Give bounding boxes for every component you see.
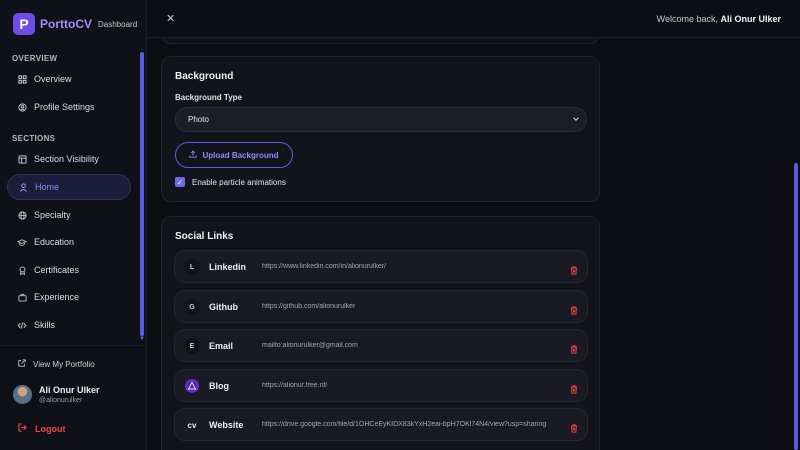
- background-type-select[interactable]: Photo: [175, 107, 587, 132]
- sidebar-item-section-visibility[interactable]: Section Visibility: [7, 146, 131, 172]
- sidebar: P PorttoCV Dashboard OVERVIEW Overview P…: [0, 0, 147, 450]
- welcome-prefix: Welcome back,: [656, 14, 718, 24]
- sidebar-item-specialty[interactable]: Specialty: [7, 202, 131, 228]
- sidebar-item-home[interactable]: Home: [7, 174, 131, 200]
- background-title: Background: [175, 71, 234, 82]
- external-link-icon: [18, 359, 26, 369]
- layout-icon: [17, 154, 27, 164]
- close-icon[interactable]: ✕: [166, 12, 175, 25]
- particle-animations-label: Enable particle animations: [192, 177, 286, 187]
- sidebar-item-label: Experience: [34, 292, 80, 302]
- trash-icon[interactable]: [570, 341, 578, 359]
- graduation-cap-icon: [17, 237, 27, 247]
- welcome-user-name: Ali Onur Ulker: [720, 14, 781, 24]
- social-link-row[interactable]: E Email mailto:alionurulker@gmail.com: [174, 329, 588, 362]
- checkbox-checked-icon[interactable]: ✓: [175, 177, 185, 187]
- background-card: Background Background Type Photo Upload …: [161, 56, 600, 202]
- sidebar-item-label: Home: [35, 182, 60, 192]
- user-profile[interactable]: Ali Onur Ulker @alionurulker: [13, 385, 100, 404]
- upload-background-label: Upload Background: [202, 150, 279, 160]
- welcome-message: Welcome back, Ali Onur Ulker: [657, 14, 781, 24]
- avatar: [13, 385, 32, 404]
- brand-subtitle: Dashboard: [98, 19, 138, 29]
- blog-logo-icon: [184, 378, 200, 394]
- email-icon: E: [184, 338, 200, 354]
- sidebar-item-label: Overview: [34, 74, 72, 84]
- social-link-row[interactable]: G Github https://github.com/alionurulker: [174, 290, 588, 323]
- globe-icon: [17, 210, 27, 220]
- user-name: Ali Onur Ulker: [39, 385, 100, 395]
- sidebar-item-label: Profile Settings: [34, 102, 95, 112]
- social-link-url: https://drive.google.com/file/d/1OHCeEyK…: [262, 421, 547, 428]
- brand-name: PorttoCV: [40, 17, 92, 31]
- sidebar-item-label: Skills: [34, 320, 56, 330]
- social-links-card: Social Links L Linkedin https://www.link…: [161, 216, 600, 450]
- social-link-url: https://alionur.free.nf/: [262, 382, 328, 389]
- section-title-sections: SECTIONS: [12, 134, 56, 143]
- view-portfolio-link[interactable]: View My Portfolio: [18, 359, 95, 369]
- brand[interactable]: P PorttoCV Dashboard: [13, 13, 137, 35]
- sidebar-scrollbar[interactable]: [140, 52, 144, 336]
- upload-background-button[interactable]: Upload Background: [175, 142, 293, 168]
- section-title-overview: OVERVIEW: [12, 54, 58, 63]
- logout-button[interactable]: Logout: [18, 423, 66, 434]
- scroll-down-icon[interactable]: ▼: [139, 336, 145, 342]
- sidebar-divider: [0, 345, 147, 346]
- sidebar-item-skills[interactable]: Skills: [7, 312, 131, 338]
- sidebar-item-label: Education: [34, 237, 75, 247]
- social-link-url: https://www.linkedin.com/in/alionurulker…: [262, 263, 387, 270]
- sidebar-item-certificates[interactable]: Certificates: [7, 257, 131, 283]
- background-type-label: Background Type: [175, 93, 242, 102]
- cv-logo-icon: cv: [187, 420, 197, 430]
- social-link-name: Email: [209, 341, 234, 351]
- code-icon: [17, 320, 27, 330]
- main-content: Background Background Type Photo Upload …: [147, 38, 800, 450]
- social-link-url: mailto:alionurulker@gmail.com: [262, 342, 358, 349]
- social-link-name: Linkedin: [209, 262, 247, 272]
- upload-icon: [189, 150, 198, 160]
- user-handle: @alionurulker: [39, 397, 83, 404]
- linkedin-icon: L: [184, 259, 200, 275]
- sidebar-item-label: Specialty: [34, 210, 71, 220]
- sidebar-item-experience[interactable]: Experience: [7, 284, 131, 310]
- user-icon: [18, 182, 28, 192]
- sidebar-item-label: Section Visibility: [34, 154, 99, 164]
- background-type-value: Photo: [188, 115, 209, 124]
- trash-icon[interactable]: [570, 420, 578, 438]
- particle-animations-toggle[interactable]: ✓ Enable particle animations: [175, 177, 286, 187]
- social-link-row[interactable]: cv Website https://drive.google.com/file…: [174, 408, 588, 441]
- sidebar-nav: OVERVIEW Overview Profile Settings SECTI…: [0, 46, 147, 342]
- sidebar-item-label: Certificates: [34, 265, 80, 275]
- github-icon: G: [184, 299, 200, 315]
- social-link-row[interactable]: Blog https://alionur.free.nf/: [174, 369, 588, 402]
- logo-icon: P: [13, 13, 35, 35]
- briefcase-icon: [17, 292, 27, 302]
- previous-card: [161, 38, 600, 44]
- chevron-down-icon: [572, 115, 580, 125]
- top-header: ✕ Welcome back, Ali Onur Ulker: [147, 0, 800, 38]
- social-link-url: https://github.com/alionurulker: [262, 303, 356, 310]
- trash-icon[interactable]: [570, 302, 578, 320]
- app-root: P PorttoCV Dashboard OVERVIEW Overview P…: [0, 0, 800, 450]
- award-icon: [17, 265, 27, 275]
- sidebar-item-profile-settings[interactable]: Profile Settings: [7, 94, 131, 120]
- logout-icon: [18, 423, 27, 434]
- social-link-row[interactable]: L Linkedin https://www.linkedin.com/in/a…: [174, 250, 588, 283]
- sidebar-item-overview[interactable]: Overview: [7, 66, 131, 92]
- social-link-name: Blog: [209, 381, 229, 391]
- user-circle-icon: [17, 102, 27, 112]
- main-scrollbar[interactable]: [794, 163, 798, 450]
- view-portfolio-label: View My Portfolio: [33, 359, 95, 369]
- trash-icon[interactable]: [570, 381, 578, 399]
- trash-icon[interactable]: [570, 262, 578, 280]
- social-link-name: Github: [209, 302, 238, 312]
- social-links-title: Social Links: [175, 231, 234, 242]
- sidebar-item-education[interactable]: Education: [7, 229, 131, 255]
- social-link-name: Website: [209, 420, 244, 430]
- logout-label: Logout: [35, 423, 66, 434]
- grid-icon: [17, 74, 27, 84]
